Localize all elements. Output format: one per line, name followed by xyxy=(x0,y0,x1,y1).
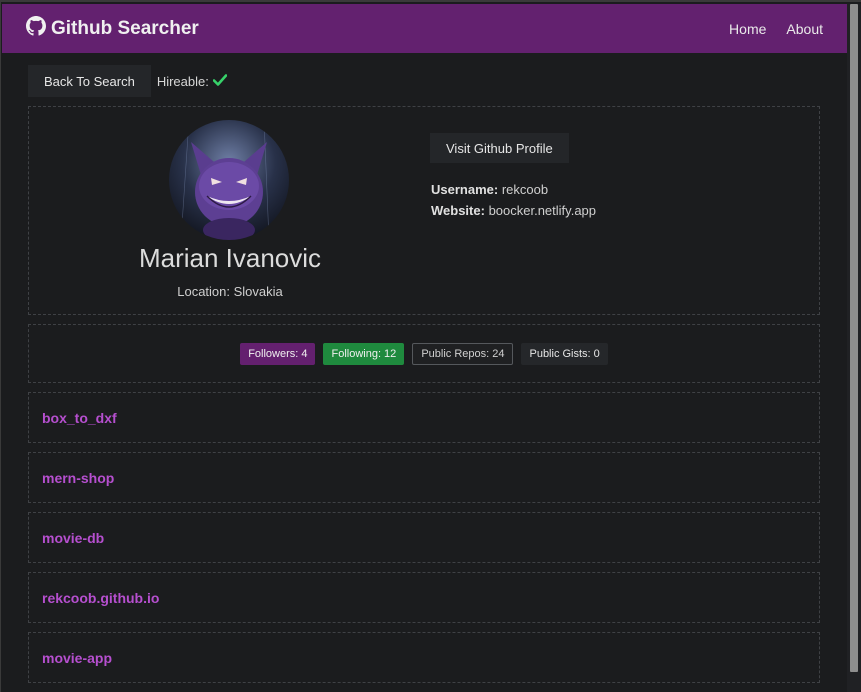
navbar: Github Searcher Home About xyxy=(2,4,847,53)
profile-info: Username: rekcoob Website: boocker.netli… xyxy=(431,179,596,221)
scrollbar-thumb[interactable] xyxy=(850,4,858,672)
followers-badge: Followers: 4 xyxy=(240,342,316,365)
repo-link[interactable]: mern-shop xyxy=(42,470,114,486)
repo-item: mern-shop xyxy=(28,452,820,503)
website-row: Website: boocker.netlify.app xyxy=(431,200,596,221)
username-label: Username: xyxy=(431,182,499,197)
nav-about-link[interactable]: About xyxy=(786,21,823,37)
repo-item: movie-db xyxy=(28,512,820,563)
stats-card: Followers: 4 Following: 12 Public Repos:… xyxy=(28,324,820,383)
username-value: rekcoob xyxy=(501,182,549,197)
public-gists-badge: Public Gists: 0 xyxy=(521,342,608,365)
public-repos-badge: Public Repos: 24 xyxy=(412,342,514,365)
following-badge: Following: 12 xyxy=(323,342,405,365)
repo-link[interactable]: movie-app xyxy=(42,650,112,666)
nav-links: Home About xyxy=(729,21,823,37)
action-bar: Back To Search Hireable: xyxy=(28,65,820,97)
repo-link[interactable]: box_to_dxf xyxy=(42,410,117,426)
website-label: Website: xyxy=(431,203,485,218)
nav-home-link[interactable]: Home xyxy=(729,21,766,37)
profile-card: Marian Ivanovic Location: Slovakia Visit… xyxy=(28,106,820,315)
repo-link[interactable]: movie-db xyxy=(42,530,104,546)
brand-title: Github Searcher xyxy=(51,17,199,39)
profile-location: Location: Slovakia xyxy=(177,284,283,299)
hireable-label: Hireable: xyxy=(156,73,209,89)
github-icon xyxy=(26,15,51,42)
repo-item: box_to_dxf xyxy=(28,392,820,443)
browser-window: Github Searcher Home About Back To Searc… xyxy=(0,0,861,692)
avatar xyxy=(169,120,289,240)
hireable-indicator: Hireable: xyxy=(156,73,228,89)
website-value: boocker.netlify.app xyxy=(488,203,597,218)
back-to-search-button[interactable]: Back To Search xyxy=(28,65,151,97)
repo-item: rekcoob.github.io xyxy=(28,572,820,623)
visit-github-profile-button[interactable]: Visit Github Profile xyxy=(430,133,569,163)
scrollbar[interactable] xyxy=(847,4,861,692)
profile-name: Marian Ivanovic xyxy=(138,243,322,273)
username-row: Username: rekcoob xyxy=(431,179,596,200)
check-icon xyxy=(212,73,228,89)
repo-item: movie-app xyxy=(28,632,820,683)
main-content: Back To Search Hireable: Marian Ivanovic… xyxy=(28,65,820,683)
repo-link[interactable]: rekcoob.github.io xyxy=(42,590,159,606)
brand[interactable]: Github Searcher xyxy=(26,15,199,42)
